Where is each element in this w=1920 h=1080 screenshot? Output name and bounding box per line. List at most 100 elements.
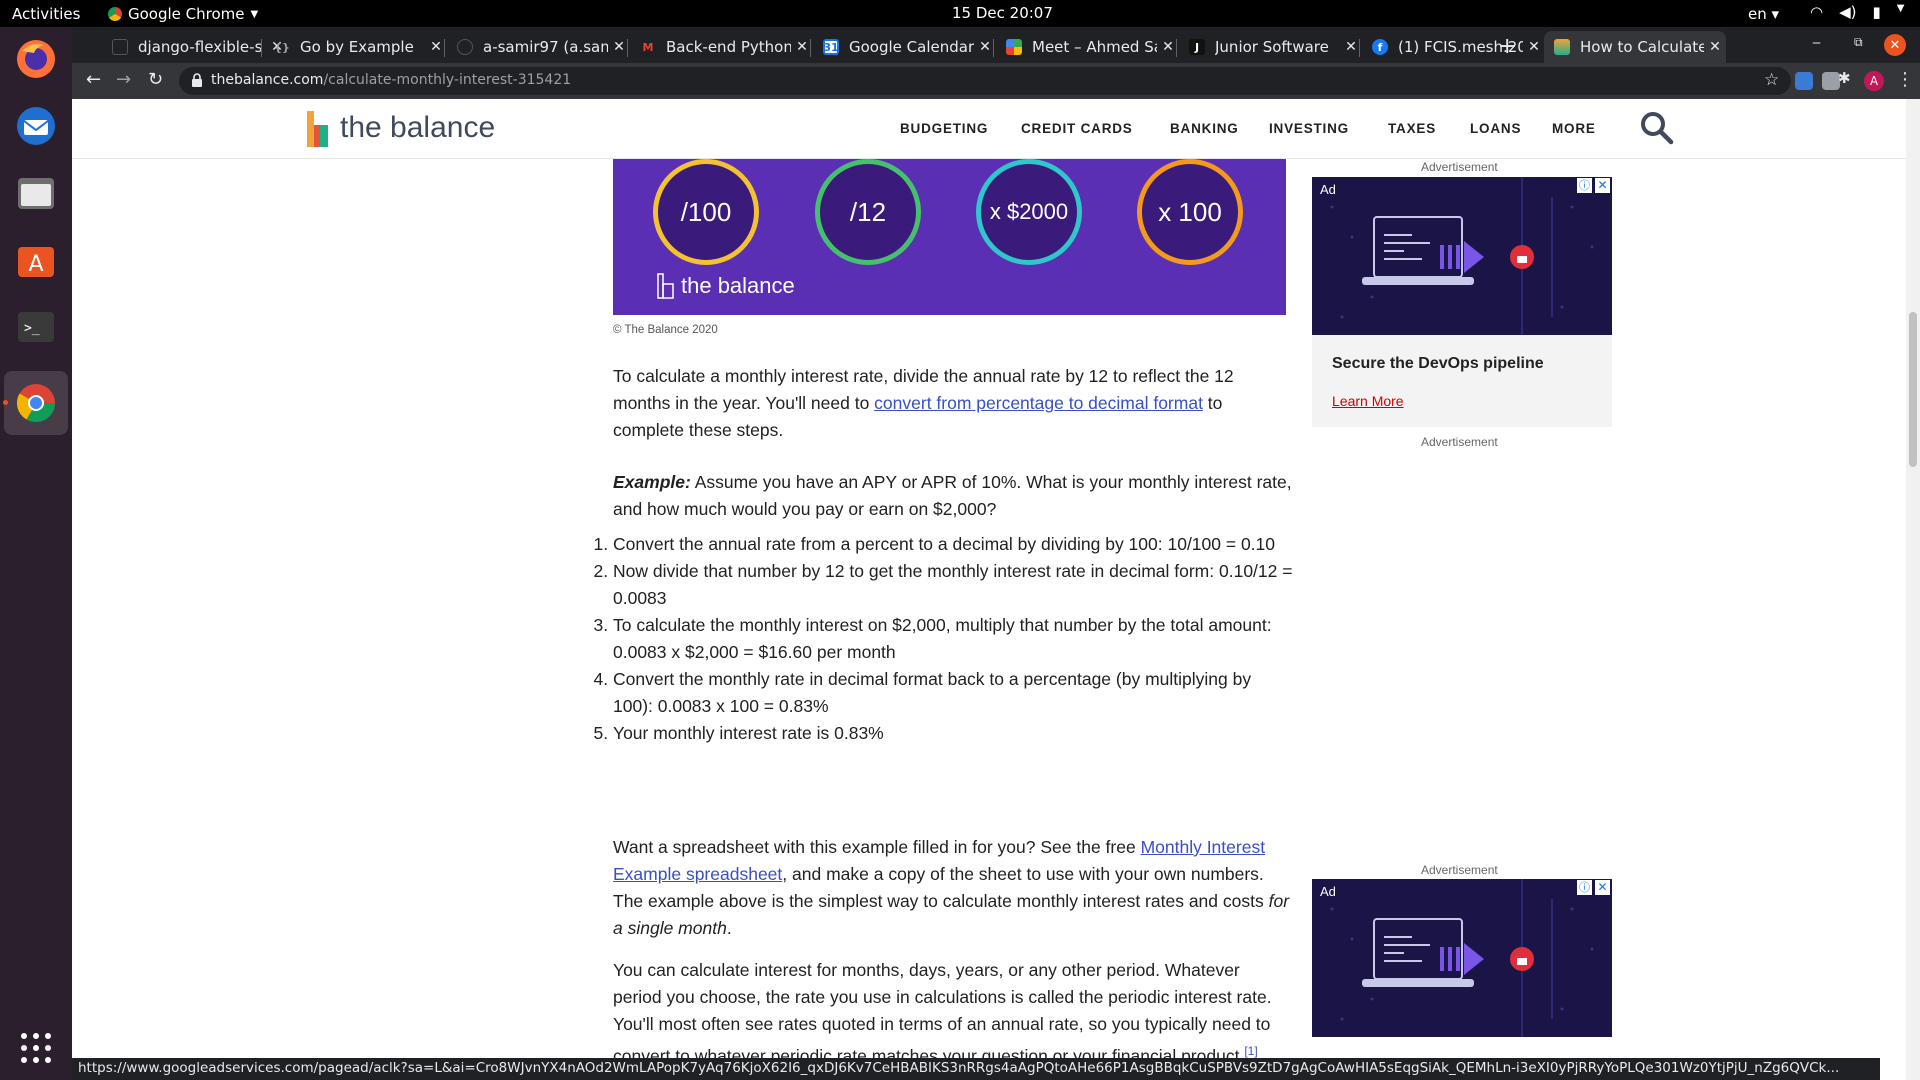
example-label: Example:: [613, 472, 691, 492]
reload-button[interactable]: ↻: [148, 69, 163, 90]
tab-junior-software[interactable]: J Junior Software ✕: [1179, 31, 1362, 63]
chevron-down-icon: ▼: [1896, 3, 1905, 14]
hero-coin: x $2000: [976, 159, 1082, 265]
tab-title: Go by Example: [300, 38, 414, 56]
tab-title: Google Calendar: [849, 38, 974, 56]
tab-separator: [444, 39, 445, 57]
page-scrollbar[interactable]: [1906, 99, 1920, 1080]
extension-pen-icon[interactable]: [1795, 72, 1813, 90]
the-balance-logo-icon[interactable]: [305, 111, 331, 147]
dock: A >_: [0, 27, 72, 1080]
thunderbird-icon[interactable]: [12, 102, 60, 150]
url-path: /calculate-monthly-interest-315421: [323, 72, 572, 88]
tab-facebook[interactable]: f (1) FCIS.mesh.202 ✕: [1362, 31, 1545, 63]
tab-google-meet[interactable]: Meet – Ahmed Sa ✕: [996, 31, 1179, 63]
nav-loans[interactable]: LOANS: [1470, 121, 1521, 136]
coin-label: /12: [849, 196, 887, 227]
ad-close-icon[interactable]: ✕: [1595, 880, 1610, 895]
language-indicator[interactable]: en ▾: [1748, 5, 1779, 23]
firefox-icon[interactable]: [12, 35, 60, 83]
ad-tag: Ad: [1316, 883, 1340, 900]
search-icon[interactable]: [1640, 111, 1674, 145]
percentage-to-decimal-link[interactable]: convert from percentage to decimal forma…: [874, 393, 1203, 413]
nav-budgeting[interactable]: BUDGETING: [900, 121, 988, 136]
example-paragraph: Example: Assume you have an APY or APR o…: [613, 469, 1293, 523]
tab-title: Back-end Python: [666, 38, 791, 56]
software-center-icon[interactable]: A: [12, 236, 60, 284]
menu-kebab-icon[interactable]: ⋮: [1896, 69, 1914, 90]
ad-banner[interactable]: Ad ⓘ ✕: [1312, 879, 1612, 1037]
window-close-button[interactable]: ✕: [1884, 34, 1906, 56]
clock[interactable]: 15 Dec 20:07: [952, 4, 1053, 22]
running-indicator: [3, 400, 8, 405]
hero-brand-text: the balance: [681, 273, 795, 298]
files-icon[interactable]: [12, 169, 60, 217]
tab-how-to-calculate[interactable]: How to Calculate ✕: [1544, 31, 1726, 63]
tab-title: django-flexible-s: [138, 38, 263, 56]
coin-label: x 100: [1158, 196, 1222, 227]
list-item: Now divide that number by 12 to get the …: [613, 558, 1293, 612]
citation-link[interactable]: [1]: [1244, 1044, 1257, 1058]
paragraph-text: Want a spreadsheet with this example fil…: [613, 837, 1141, 857]
app-menu-label: Google Chrome: [128, 5, 245, 23]
show-apps-icon[interactable]: [12, 1024, 60, 1072]
back-button[interactable]: ←: [86, 69, 101, 90]
nav-credit-cards[interactable]: CREDIT CARDS: [1021, 121, 1133, 136]
ad-info-icon[interactable]: ⓘ: [1577, 178, 1592, 193]
ad-banner[interactable]: Ad ⓘ ✕: [1312, 177, 1612, 335]
tab-gmail[interactable]: M Back-end Python ✕: [630, 31, 813, 63]
chrome-icon: [108, 7, 122, 21]
tab-separator: [261, 39, 262, 57]
ad-close-icon[interactable]: ✕: [1595, 178, 1610, 193]
tab-google-calendar[interactable]: 31 Google Calendar ✕: [813, 31, 996, 63]
tab-github-profile[interactable]: a-samir97 (a.sami ✕: [447, 31, 630, 63]
github-icon: [112, 39, 128, 55]
ad-card[interactable]: Secure the DevOps pipeline Learn More: [1312, 335, 1612, 427]
lock-icon: [192, 73, 202, 87]
terminal-icon[interactable]: >_: [12, 303, 60, 351]
activities-button[interactable]: Activities: [12, 5, 80, 23]
nav-banking[interactable]: BANKING: [1170, 121, 1239, 136]
chrome-dock-icon[interactable]: [4, 371, 68, 435]
ad-headline[interactable]: Secure the DevOps pipeline: [1332, 355, 1544, 373]
new-tab-button[interactable]: +: [1498, 34, 1516, 59]
image-copyright: © The Balance 2020: [613, 324, 718, 336]
restore-button[interactable]: ⧉: [1854, 35, 1863, 50]
ad-tag: Ad: [1316, 181, 1340, 198]
close-tab-icon[interactable]: ✕: [1523, 39, 1545, 55]
nav-taxes[interactable]: TAXES: [1388, 121, 1436, 136]
browser-toolbar: ← → ↻ thebalance.com/calculate-monthly-i…: [72, 63, 1920, 99]
url-domain: thebalance.com: [211, 72, 324, 88]
tab-title: a-samir97 (a.sami: [483, 38, 608, 56]
ad-learn-more-link[interactable]: Learn More: [1332, 393, 1404, 409]
scrollbar-thumb[interactable]: [1909, 312, 1917, 467]
tab-title: Junior Software: [1215, 38, 1329, 56]
app-menu[interactable]: Google Chrome ▼: [108, 5, 258, 23]
coin-label: /100: [680, 196, 732, 227]
ad-illustration: [1312, 879, 1612, 1037]
site-logo-text[interactable]: the balance: [340, 111, 495, 145]
the-balance-logo-icon: [657, 273, 674, 299]
system-tray[interactable]: ◠ ◀) ▮ ▼: [1810, 3, 1904, 21]
site-header: the balance BUDGETING CREDIT CARDS BANKI…: [72, 99, 1906, 159]
address-bar[interactable]: thebalance.com/calculate-monthly-interes…: [179, 67, 1791, 95]
forward-button[interactable]: →: [116, 69, 131, 90]
minimize-button[interactable]: ‒: [1812, 35, 1821, 51]
tab-separator: [1359, 39, 1360, 57]
advertisement-label: Advertisement: [1421, 863, 1498, 877]
profile-avatar[interactable]: A: [1864, 71, 1884, 91]
nav-investing[interactable]: INVESTING: [1269, 121, 1349, 136]
extensions-puzzle-icon[interactable]: ✱: [1838, 69, 1856, 87]
tab-go-by-example[interactable]: {} Go by Example ✕: [264, 31, 447, 63]
facebook-icon: f: [1372, 39, 1388, 55]
ad-info-icon[interactable]: ⓘ: [1577, 880, 1592, 895]
bookmark-star-icon[interactable]: ☆: [1764, 70, 1779, 90]
advertisement-label: Advertisement: [1421, 160, 1498, 174]
tab-separator: [993, 39, 994, 57]
hero-coin: x 100: [1137, 159, 1243, 265]
web-page: the balance BUDGETING CREDIT CARDS BANKI…: [72, 99, 1920, 1080]
gmail-icon: M: [642, 40, 654, 54]
nav-more[interactable]: MORE: [1552, 121, 1596, 136]
close-tab-icon[interactable]: ✕: [1704, 39, 1726, 55]
tab-strip: django-flexible-s ✕ {} Go by Example ✕ a…: [72, 27, 1920, 63]
